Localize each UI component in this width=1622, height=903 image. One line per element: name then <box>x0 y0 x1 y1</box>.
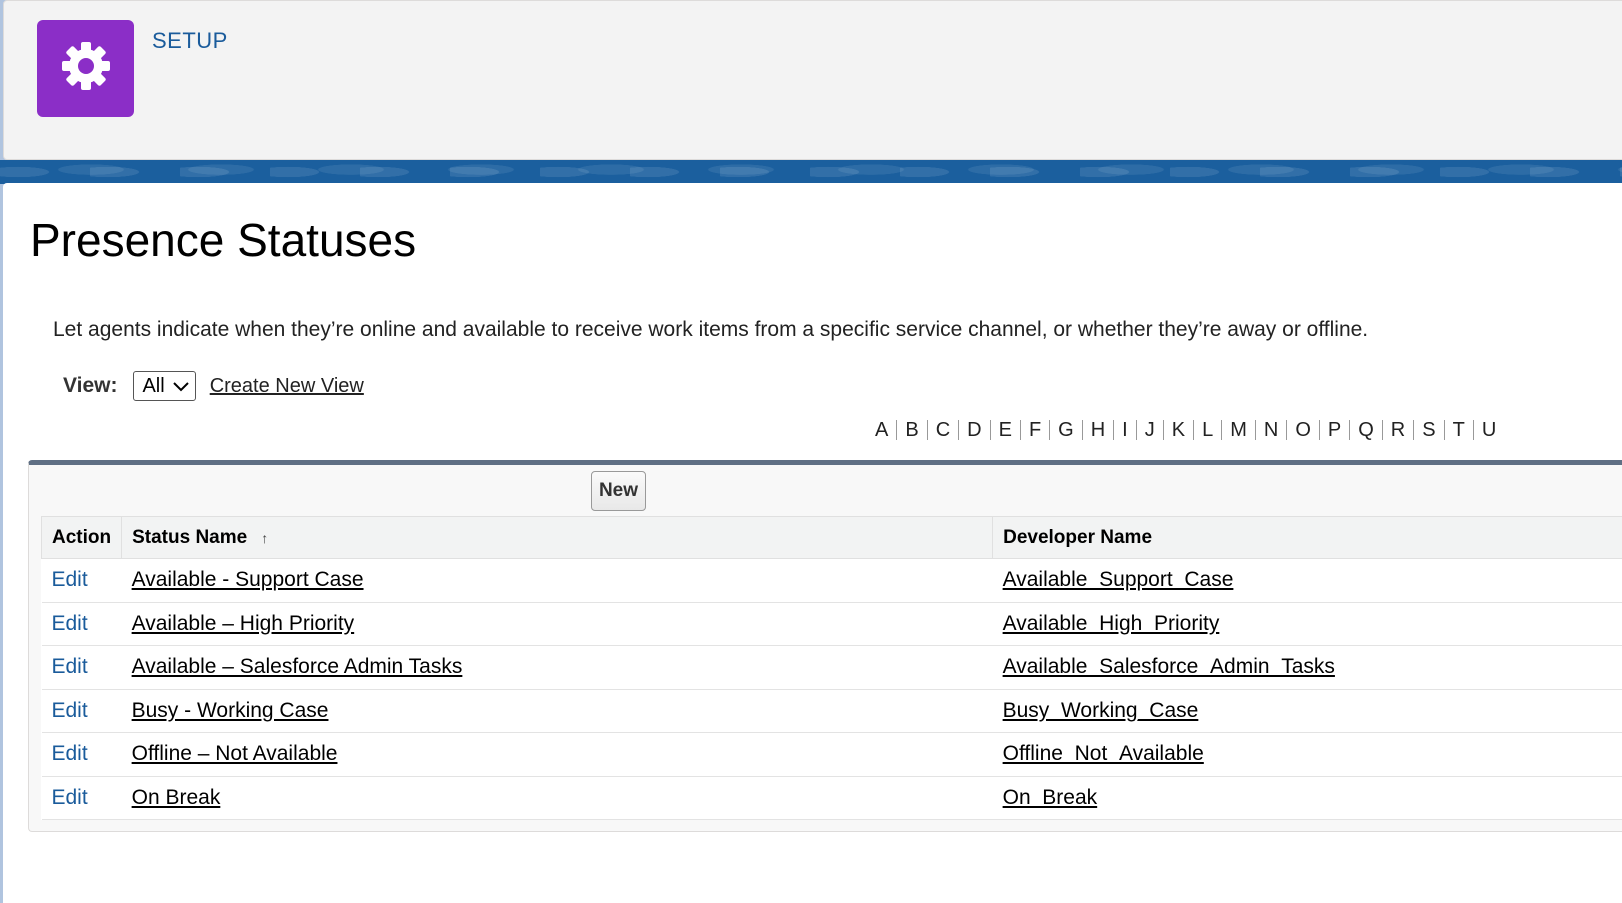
alpha-filter-u[interactable]: U <box>1473 420 1504 440</box>
developer-name-link[interactable]: Busy_Working_Case <box>1003 699 1199 722</box>
alpha-filter-d[interactable]: D <box>958 420 989 440</box>
view-controls: View: All Create New View <box>63 371 364 401</box>
new-button[interactable]: New <box>591 471 646 511</box>
table-row: Edit Available – Salesforce Admin Tasks … <box>42 646 1622 690</box>
table-row: Edit Available - Support Case Available_… <box>42 559 1622 603</box>
alpha-filter-n[interactable]: N <box>1255 420 1286 440</box>
edit-link[interactable]: Edit <box>52 568 88 591</box>
setup-label[interactable]: SETUP <box>152 28 228 54</box>
developer-name-link[interactable]: On_Break <box>1003 786 1098 809</box>
developer-name-link[interactable]: Available_High_Priority <box>1003 612 1220 635</box>
alpha-filter-q[interactable]: Q <box>1349 420 1382 440</box>
status-name-link[interactable]: Offline – Not Available <box>132 742 338 765</box>
alpha-filter-f[interactable]: F <box>1020 420 1049 440</box>
column-header-status-name-label: Status Name <box>132 527 247 548</box>
table-header-row: Action Status Name ↑ Developer Name <box>42 517 1622 559</box>
status-name-link[interactable]: On Break <box>132 786 221 809</box>
developer-name-link[interactable]: Offline_Not_Available <box>1003 742 1204 765</box>
table-row: Edit On Break On_Break <box>42 776 1622 820</box>
alpha-filter-p[interactable]: P <box>1319 420 1349 440</box>
view-select[interactable]: All <box>133 371 195 401</box>
status-name-link[interactable]: Available – Salesforce Admin Tasks <box>132 655 463 678</box>
chevron-down-icon <box>173 375 189 398</box>
alpha-filter-r[interactable]: R <box>1382 420 1413 440</box>
developer-name-link[interactable]: Available_Salesforce_Admin_Tasks <box>1003 655 1335 678</box>
presence-status-table: Action Status Name ↑ Developer Name Edit … <box>41 516 1622 820</box>
create-new-view-link[interactable]: Create New View <box>210 375 364 398</box>
developer-name-link[interactable]: Available_Support_Case <box>1003 568 1234 591</box>
page-title: Presence Statuses <box>30 213 416 267</box>
alpha-filter-l[interactable]: L <box>1193 420 1221 440</box>
status-name-link[interactable]: Available - Support Case <box>132 568 364 591</box>
table-row: Edit Offline – Not Available Offline_Not… <box>42 733 1622 777</box>
alpha-filter-t[interactable]: T <box>1444 420 1473 440</box>
page-description: Let agents indicate when they’re online … <box>53 318 1368 342</box>
alpha-filter-e[interactable]: E <box>990 420 1020 440</box>
table-row: Edit Busy - Working Case Busy_Working_Ca… <box>42 689 1622 733</box>
view-select-value: All <box>142 375 164 398</box>
sort-ascending-icon: ↑ <box>261 530 268 546</box>
alpha-filter-b[interactable]: B <box>896 420 926 440</box>
alpha-filter-m[interactable]: M <box>1221 420 1255 440</box>
decorative-band <box>0 160 1622 184</box>
setup-app-icon[interactable] <box>37 20 134 117</box>
edit-link[interactable]: Edit <box>52 612 88 635</box>
status-name-link[interactable]: Busy - Working Case <box>132 699 329 722</box>
alpha-filter-k[interactable]: K <box>1163 420 1193 440</box>
column-header-developer-name[interactable]: Developer Name <box>993 517 1622 559</box>
edit-link[interactable]: Edit <box>52 655 88 678</box>
gear-icon <box>59 39 113 98</box>
alpha-filter-h[interactable]: H <box>1082 420 1113 440</box>
edit-link[interactable]: Edit <box>52 742 88 765</box>
alpha-filter-j[interactable]: J <box>1136 420 1163 440</box>
alpha-filter-s[interactable]: S <box>1413 420 1443 440</box>
alpha-filter-c[interactable]: C <box>927 420 958 440</box>
table-row: Edit Available – High Priority Available… <box>42 602 1622 646</box>
column-header-action: Action <box>42 517 122 559</box>
main-content: Presence Statuses Let agents indicate wh… <box>3 183 1622 903</box>
edit-link[interactable]: Edit <box>52 699 88 722</box>
column-header-status-name[interactable]: Status Name ↑ <box>122 517 993 559</box>
alphabet-filter: A B C D E F G H I J K L M N O P Q R S T … <box>867 420 1504 440</box>
view-label: View: <box>63 374 117 398</box>
alpha-filter-i[interactable]: I <box>1113 420 1136 440</box>
edit-link[interactable]: Edit <box>52 786 88 809</box>
setup-header: SETUP <box>3 0 1622 160</box>
alpha-filter-g[interactable]: G <box>1049 420 1082 440</box>
list-panel: New Action Status Name ↑ Developer Name E… <box>28 460 1622 832</box>
status-name-link[interactable]: Available – High Priority <box>132 612 355 635</box>
alpha-filter-o[interactable]: O <box>1286 420 1319 440</box>
alpha-filter-a[interactable]: A <box>867 420 896 440</box>
